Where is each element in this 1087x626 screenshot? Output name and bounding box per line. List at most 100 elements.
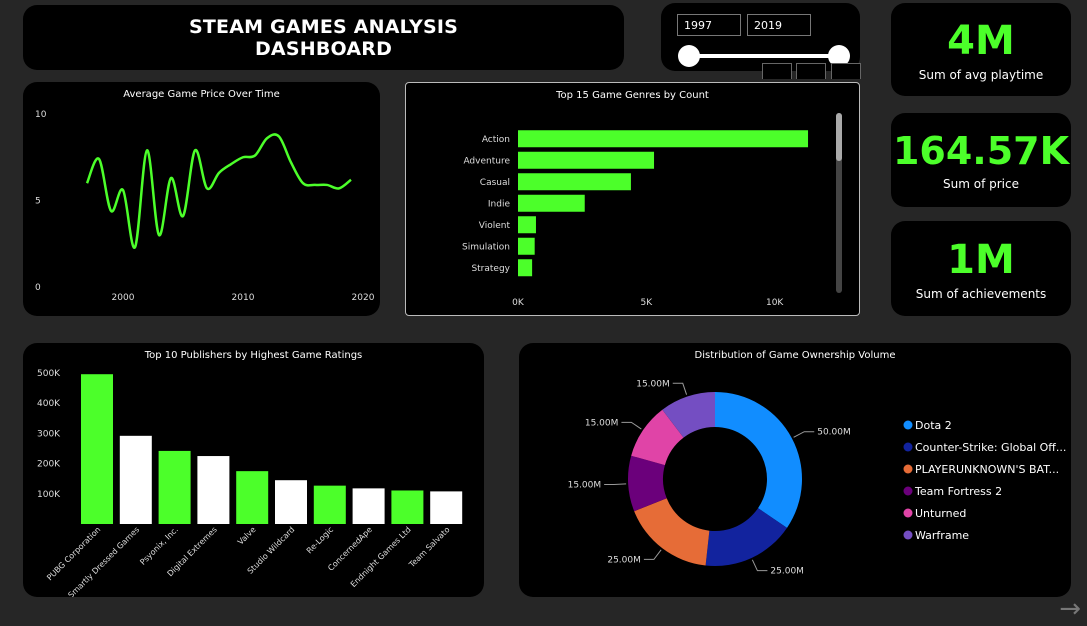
legend-marker <box>903 420 913 430</box>
genre-bar <box>518 151 655 169</box>
kpi-card-achievements: 1M Sum of achievements <box>891 221 1071 316</box>
x-tick-label: 2000 <box>112 293 135 303</box>
publisher-label: Re-Logic <box>305 525 335 555</box>
publisher-label: Smartly Dressed Games <box>66 525 141 597</box>
genre-label: Indie <box>488 199 511 209</box>
genre-label: Strategy <box>471 264 510 274</box>
kpi-card-price: 164.57K Sum of price <box>891 113 1071 207</box>
legend-marker <box>903 442 913 452</box>
legend-marker <box>903 508 913 518</box>
legend-marker <box>903 486 913 496</box>
slice-value-label: 25.00M <box>607 555 641 565</box>
year-slider-track[interactable] <box>689 54 839 58</box>
kpi-value: 164.57K <box>892 129 1070 173</box>
genre-label: Simulation <box>462 242 510 252</box>
slice-value-label: 15.00M <box>585 418 619 428</box>
publisher-bar <box>236 471 269 524</box>
publishers-card[interactable]: Top 10 Publishers by Highest Game Rating… <box>23 343 484 597</box>
kpi-card-playtime: 4M Sum of avg playtime <box>891 3 1071 96</box>
slice-leader-line <box>751 559 768 572</box>
genre-bar <box>518 194 585 212</box>
publisher-bar <box>119 435 152 524</box>
genre-bar <box>518 237 535 255</box>
y-tick-label: 400K <box>37 399 61 409</box>
x-tick-label: 10K <box>766 298 784 308</box>
kpi-value: 1M <box>947 236 1015 283</box>
y-tick-label: 0 <box>35 283 41 293</box>
focus-mode-icon[interactable] <box>796 63 826 79</box>
genre-label: Casual <box>480 178 510 188</box>
slice-value-label: 15.00M <box>636 379 670 389</box>
kpi-value: 4M <box>947 17 1015 64</box>
price-series-line <box>85 133 352 249</box>
genre-bar <box>518 130 809 148</box>
y-tick-label: 300K <box>37 429 61 439</box>
scrollbar-thumb <box>836 113 842 161</box>
ownership-card[interactable]: Distribution of Game Ownership Volume 50… <box>519 343 1071 597</box>
publisher-bar <box>430 491 463 524</box>
y-tick-label: 10 <box>35 110 47 120</box>
start-year-input[interactable]: 1997 <box>677 14 741 36</box>
genre-bar <box>518 173 631 191</box>
publisher-bar <box>275 480 307 524</box>
y-tick-label: 100K <box>37 490 61 500</box>
filter-icon[interactable] <box>762 63 792 79</box>
slice-value-label: 50.00M <box>817 428 851 438</box>
more-options-icon[interactable] <box>831 63 861 79</box>
x-tick-label: 0K <box>512 298 525 308</box>
price-line-chart: 0 5 10 2000 2010 2020 <box>35 110 375 303</box>
slice-leader-line <box>621 421 642 430</box>
dashboard-title-line1: STEAM GAMES ANALYSIS <box>189 15 458 38</box>
slice-leader-line <box>604 483 627 485</box>
genre-label: Violent <box>479 221 511 231</box>
slice-value-label: 15.00M <box>568 480 602 490</box>
publisher-bar <box>81 374 113 524</box>
kpi-label: Sum of avg playtime <box>918 67 1044 82</box>
y-tick-label: 5 <box>35 197 41 207</box>
x-tick-label: 2020 <box>352 293 375 303</box>
year-slider-start-handle[interactable] <box>678 45 700 67</box>
slice-leader-line <box>643 549 662 560</box>
dashboard-title-card: STEAM GAMES ANALYSIS DASHBOARD <box>23 5 624 70</box>
genre-bar <box>518 216 536 234</box>
publisher-label: Psyonix, Inc. <box>138 525 180 567</box>
slice-leader-line <box>793 431 815 438</box>
end-year-input[interactable]: 2019 <box>747 14 811 36</box>
legend-marker <box>903 464 913 474</box>
genre-bar <box>518 259 533 277</box>
publisher-bar <box>391 490 424 524</box>
legend-label: Warframe <box>915 529 969 542</box>
y-tick-label: 500K <box>37 369 61 379</box>
publisher-label: Valve <box>236 525 258 547</box>
genre-label: Adventure <box>463 156 510 166</box>
publisher-label: Team Salvato <box>407 525 452 570</box>
genre-label: Action <box>482 135 510 145</box>
dashboard-title-line2: DASHBOARD <box>254 37 393 60</box>
kpi-label: Sum of price <box>943 177 1019 191</box>
publishers-bar-chart: 100K200K300K400K500KPUBG CorporationSmar… <box>37 369 463 597</box>
donut-slice <box>715 392 802 528</box>
donut-slice <box>634 498 710 566</box>
legend-label: Team Fortress 2 <box>914 485 1002 498</box>
ownership-donut-chart: 50.00M 25.00M 25.00M 15.00M 15.00M 15.00M Dota… <box>568 379 1067 577</box>
x-tick-label: 5K <box>641 298 654 308</box>
year-range-slicer: 1997 2019 <box>661 3 860 71</box>
y-tick-label: 200K <box>37 460 61 470</box>
legend-label: Counter-Strike: Global Off... <box>915 441 1066 454</box>
genres-card[interactable]: Top 15 Game Genres by Count Action Advent… <box>405 82 860 316</box>
legend-label: Unturned <box>915 507 966 520</box>
legend-marker <box>903 530 913 540</box>
publisher-bar <box>352 488 385 524</box>
publisher-bar <box>313 485 346 524</box>
arrow-right-icon[interactable]: → <box>1059 594 1081 624</box>
x-tick-label: 2010 <box>232 293 255 303</box>
price-over-time-card[interactable]: Average Game Price Over Time 0 5 10 2000 201… <box>23 82 380 316</box>
genres-bar-chart: Action Adventure Casual Indie Violent Simulat… <box>462 113 842 308</box>
slice-leader-line <box>672 382 688 395</box>
kpi-label: Sum of achievements <box>915 286 1047 301</box>
legend-label: Dota 2 <box>915 419 952 432</box>
legend-label: PLAYERUNKNOWN'S BAT... <box>915 463 1059 476</box>
slice-value-label: 25.00M <box>770 567 804 577</box>
publisher-bar <box>158 450 191 524</box>
publisher-bar <box>197 456 230 524</box>
